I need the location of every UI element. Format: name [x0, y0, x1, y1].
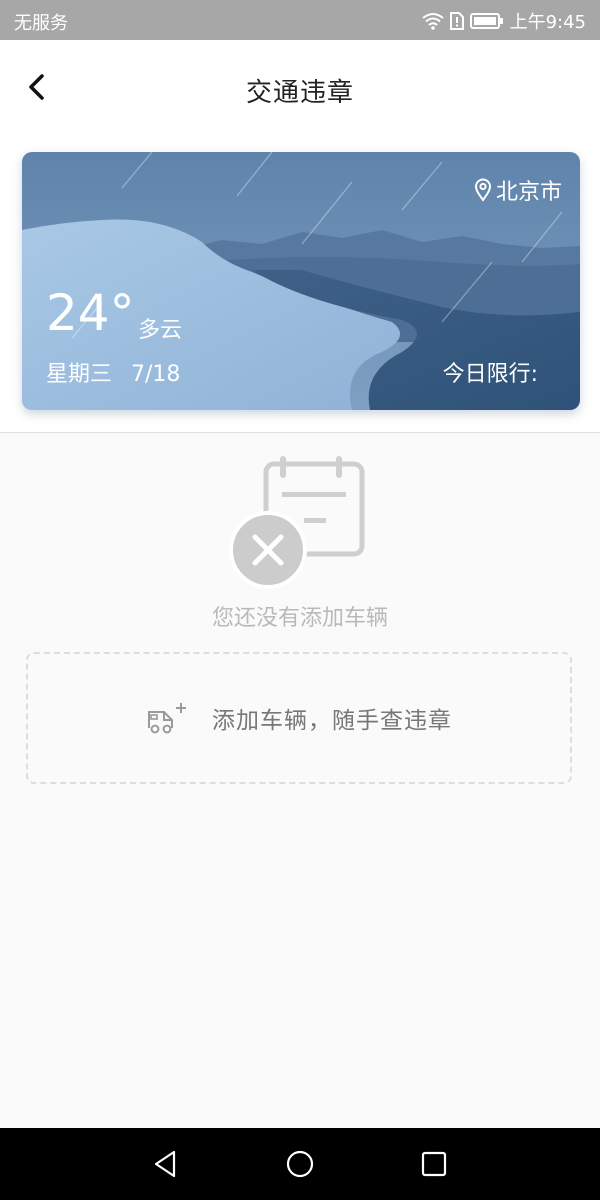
city-name: 北京市: [495, 180, 562, 205]
home-circle-icon[interactable]: [284, 1148, 316, 1180]
page-title: 交通违章: [245, 78, 354, 108]
location-pin-icon: [474, 178, 491, 202]
city-label[interactable]: 北京市: [474, 174, 562, 206]
back-triangle-icon[interactable]: [150, 1148, 182, 1180]
wifi-icon: [421, 13, 444, 30]
weather-condition: 多云: [138, 318, 183, 343]
temperature: 24°: [46, 284, 135, 342]
status-bar: 无服务 上午9:45: [0, 0, 600, 40]
carrier-label: 无服务: [14, 13, 68, 34]
truck-plus-icon: [148, 703, 186, 734]
clock-label: 上午9:45: [509, 12, 586, 33]
add-vehicle-label: 添加车辆，随手查违章: [212, 708, 452, 734]
weather-card: 北京市 24° 多云 星期三 7/18 今日限行:: [22, 152, 580, 410]
weather-date: 星期三 7/18: [46, 362, 181, 387]
empty-message: 您还没有添加车辆: [211, 606, 388, 631]
battery-icon: [469, 13, 503, 29]
traffic-limit-label: 今日限行:: [442, 362, 538, 387]
add-vehicle-button[interactable]: 添加车辆，随手查违章: [26, 652, 572, 784]
recents-square-icon[interactable]: [418, 1148, 450, 1180]
weather-section: 北京市 24° 多云 星期三 7/18 今日限行:: [0, 136, 600, 433]
sim-alert-icon: [449, 12, 464, 30]
status-icons: 上午9:45: [421, 8, 586, 34]
calendar-cross-icon: [229, 456, 365, 589]
app-header: 交通违章: [0, 40, 600, 136]
navigation-bar: [0, 1128, 600, 1200]
